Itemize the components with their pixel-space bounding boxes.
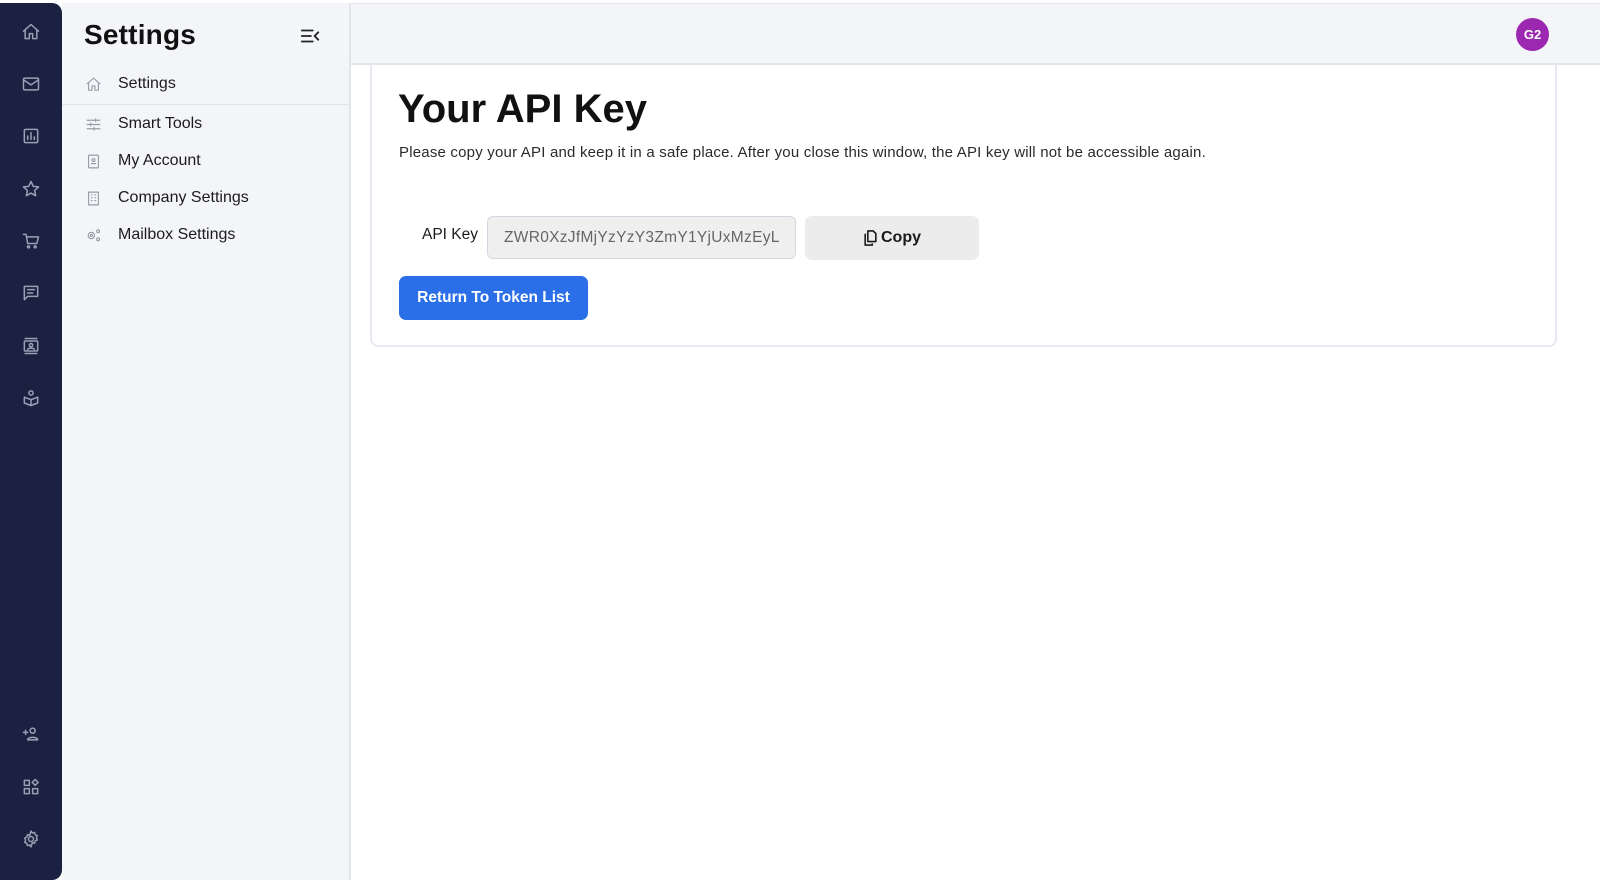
sidebar-item-label: Smart Tools [118,115,203,132]
app-root: Settings Settings Smart Tools My Account [0,0,1600,880]
icon-rail [0,3,62,880]
sidebar-item-settings[interactable]: Settings [62,67,349,101]
sidebar-item-label: Settings [118,75,176,92]
bar-chart-icon[interactable] [19,124,43,148]
cart-icon[interactable] [19,229,43,253]
sliders-icon [84,115,102,133]
copy-button[interactable]: Copy [805,216,979,260]
building-icon [84,189,102,207]
sidebar-title: Settings [84,19,197,50]
gear-icon[interactable] [19,827,43,851]
sidebar-item-label: My Account [118,152,201,169]
api-key-card: Your API Key Please copy your API and ke… [370,65,1557,347]
settings-sidebar: Settings Settings Smart Tools My Account [62,3,351,880]
api-key-label: API Key [422,226,478,243]
sidebar-home-section: Settings [62,67,349,105]
return-to-token-list-button[interactable]: Return To Token List [399,276,588,320]
page-title: Your API Key [398,87,647,131]
sidebar-item-my-account[interactable]: My Account [62,144,349,178]
star-icon[interactable] [19,177,43,201]
sidebar-item-mailbox-settings[interactable]: Mailbox Settings [62,218,349,252]
contact-card-icon[interactable] [19,334,43,358]
menu-collapse-icon [300,29,320,43]
message-icon[interactable] [19,281,43,305]
copy-button-label: Copy [881,229,921,246]
book-user-icon[interactable] [19,386,43,410]
home-icon[interactable] [19,20,43,44]
copy-icon [864,230,877,246]
home-icon [84,75,102,93]
user-avatar[interactable]: G2 [1516,18,1549,51]
user-plus-icon[interactable] [19,722,43,746]
sidebar-item-label: Company Settings [118,189,249,206]
collapse-sidebar-button[interactable] [297,23,323,49]
sidebar-item-label: Mailbox Settings [118,226,236,243]
apps-grid-icon[interactable] [19,775,43,799]
api-key-description: Please copy your API and keep it in a sa… [399,144,1206,161]
api-key-field[interactable] [487,216,796,259]
sidebar-item-smart-tools[interactable]: Smart Tools [62,107,349,141]
mail-icon[interactable] [19,72,43,96]
gears-icon [84,226,102,244]
badge-icon [84,152,102,170]
top-bar: G2 [351,3,1600,65]
sidebar-item-company-settings[interactable]: Company Settings [62,181,349,215]
